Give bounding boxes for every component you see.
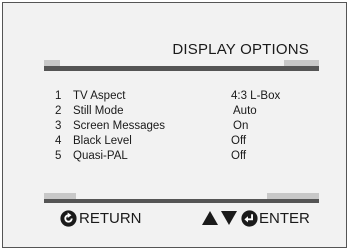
- footer-bar: [44, 199, 319, 203]
- menu-item-tv-aspect[interactable]: 1 TV Aspect 4:3 L-Box: [55, 89, 325, 104]
- menu-item-value: On: [233, 120, 249, 132]
- up-down-arrows-icon: [202, 211, 237, 225]
- enter-label: ENTER: [259, 209, 310, 227]
- menu-item-value: Off: [231, 150, 247, 162]
- menu-item-screen-messages[interactable]: 3 Screen Messages On: [55, 119, 325, 134]
- return-icon: [60, 209, 77, 227]
- enter-icon: [241, 209, 258, 227]
- menu-item-quasi-pal[interactable]: 5 Quasi-PAL Off: [55, 149, 325, 164]
- footer-controls: RETURN ENTER: [3, 207, 352, 229]
- menu-item-value: 4:3 L-Box: [231, 90, 281, 102]
- menu-item-label: Screen Messages: [73, 120, 166, 132]
- menu-item-number: 1: [55, 90, 62, 102]
- menu-item-number: 2: [55, 105, 62, 117]
- return-button[interactable]: RETURN: [60, 207, 142, 229]
- enter-button[interactable]: ENTER: [241, 207, 310, 229]
- title-bar: [44, 60, 319, 71]
- menu-item-number: 4: [55, 135, 62, 147]
- menu-item-label: Black Level: [73, 135, 132, 147]
- menu-item-still-mode[interactable]: 2 Still Mode Auto: [55, 104, 325, 119]
- menu-item-value: Off: [231, 135, 247, 147]
- return-label: RETURN: [79, 209, 142, 227]
- menu-item-number: 5: [55, 150, 62, 162]
- menu-item-number: 3: [55, 120, 62, 132]
- menu-list: 1 TV Aspect 4:3 L-Box 2 Still Mode Auto …: [55, 89, 325, 164]
- menu-item-label: Still Mode: [73, 105, 124, 117]
- menu-item-label: TV Aspect: [73, 90, 126, 102]
- menu-item-value: Auto: [233, 105, 257, 117]
- menu-item-black-level[interactable]: 4 Black Level Off: [55, 134, 325, 149]
- menu-title: DISPLAY OPTIONS: [172, 41, 309, 58]
- menu-item-label: Quasi-PAL: [73, 150, 128, 162]
- osd-screen: DISPLAY OPTIONS 1 TV Aspect 4:3 L-Box 2 …: [2, 2, 347, 248]
